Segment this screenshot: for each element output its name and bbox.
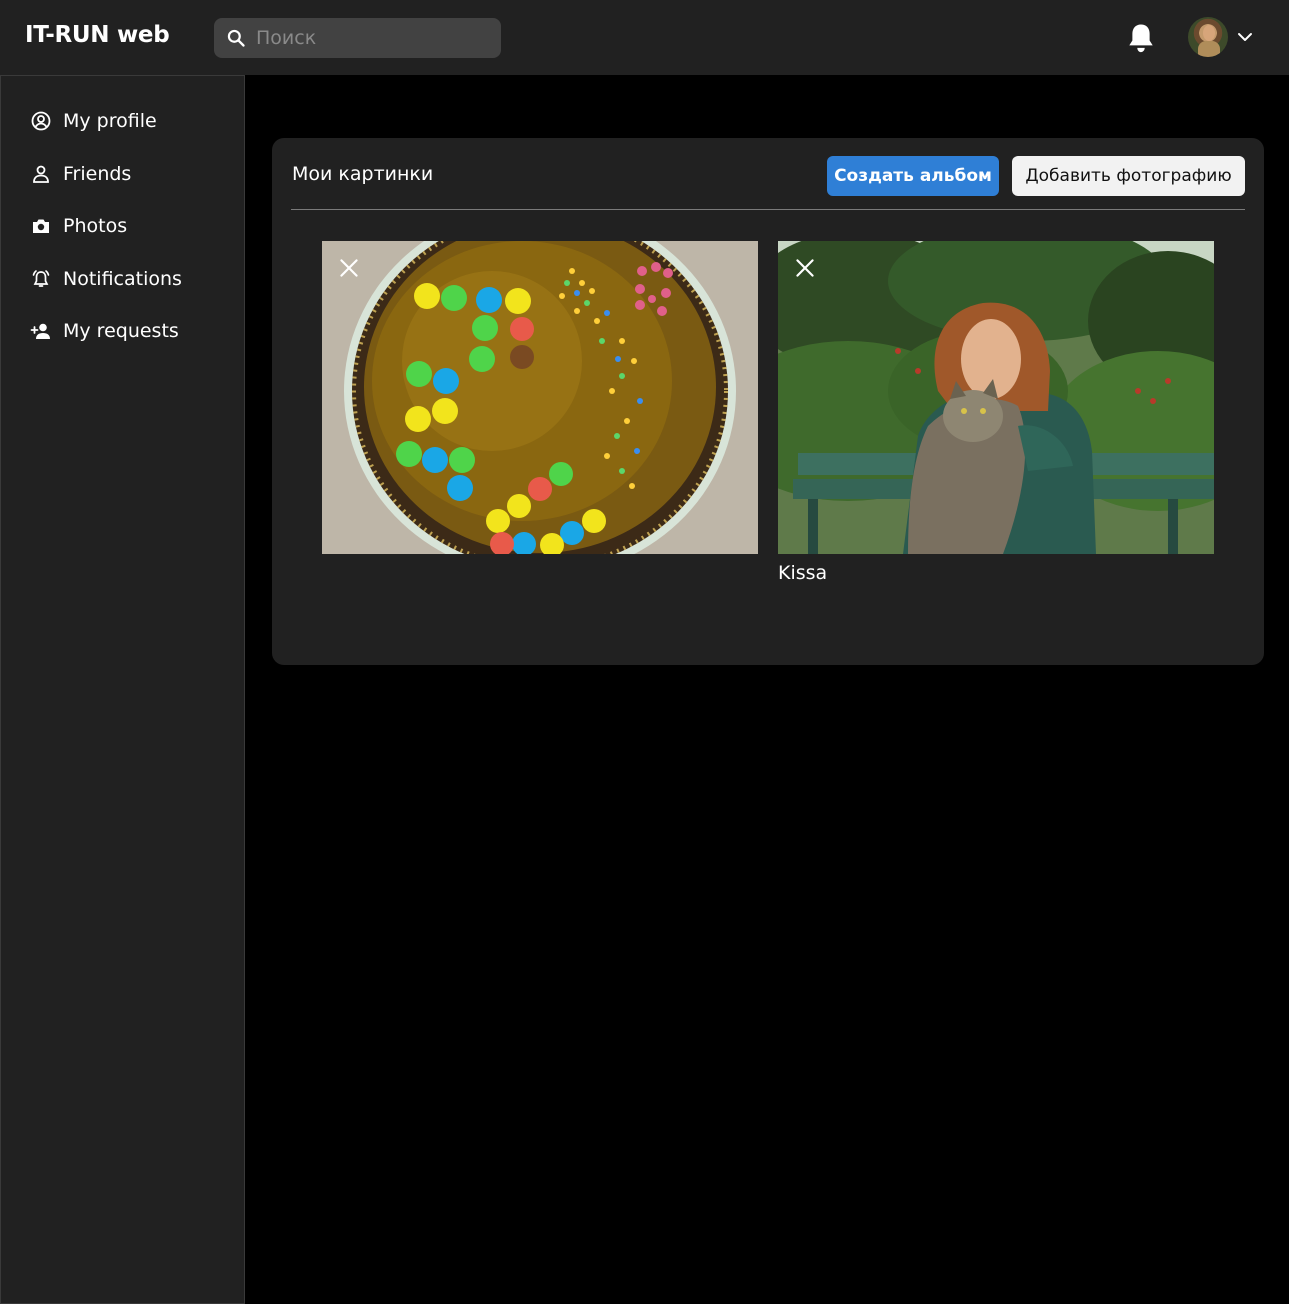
- user-circle-icon: [31, 111, 51, 131]
- bell-icon[interactable]: [1126, 22, 1156, 54]
- camera-icon: [33, 219, 49, 233]
- sidebar-item-photos[interactable]: Photos: [29, 210, 229, 242]
- photo-card[interactable]: [778, 241, 1214, 554]
- user-plus-icon: [30, 323, 50, 339]
- sidebar-item-my-profile[interactable]: My profile: [29, 105, 229, 137]
- sidebar-item-friends[interactable]: Friends: [29, 158, 229, 190]
- search-box[interactable]: [214, 18, 501, 58]
- close-icon[interactable]: [792, 255, 818, 281]
- sidebar-item-my-requests[interactable]: My requests: [29, 315, 229, 347]
- photo-caption: Kissa: [778, 562, 828, 584]
- avatar[interactable]: [1188, 17, 1228, 57]
- photo-image-kissa: [778, 241, 1214, 554]
- photo-card[interactable]: [322, 241, 758, 554]
- close-icon[interactable]: [336, 255, 362, 281]
- search-input[interactable]: [256, 18, 491, 58]
- avatar-face: [1203, 25, 1215, 41]
- divider: [291, 209, 1245, 210]
- sidebar-item-label: Notifications: [63, 268, 182, 290]
- bell-ring-icon: [32, 270, 50, 287]
- sidebar: My profile Friends Photos Notifications …: [0, 75, 245, 1304]
- top-bar: IT-RUN web: [0, 0, 1289, 75]
- album-title: Мои картинки: [292, 163, 434, 185]
- photo-image-cake: [322, 241, 758, 554]
- sidebar-item-label: My profile: [63, 110, 157, 132]
- search-icon: [227, 29, 245, 47]
- sidebar-item-notifications[interactable]: Notifications: [29, 263, 229, 295]
- sidebar-item-label: Friends: [63, 163, 132, 185]
- chevron-down-icon[interactable]: [1236, 28, 1254, 46]
- create-album-button[interactable]: Создать альбом: [827, 156, 999, 196]
- sidebar-item-label: Photos: [63, 215, 128, 237]
- album-panel: Мои картинки Создать альбом Добавить фот…: [272, 138, 1264, 665]
- brand-logo[interactable]: IT-RUN web: [25, 22, 170, 48]
- sidebar-item-label: My requests: [63, 320, 179, 342]
- users-icon: [33, 165, 49, 183]
- avatar-body: [1198, 41, 1220, 57]
- add-photo-button[interactable]: Добавить фотографию: [1012, 156, 1245, 196]
